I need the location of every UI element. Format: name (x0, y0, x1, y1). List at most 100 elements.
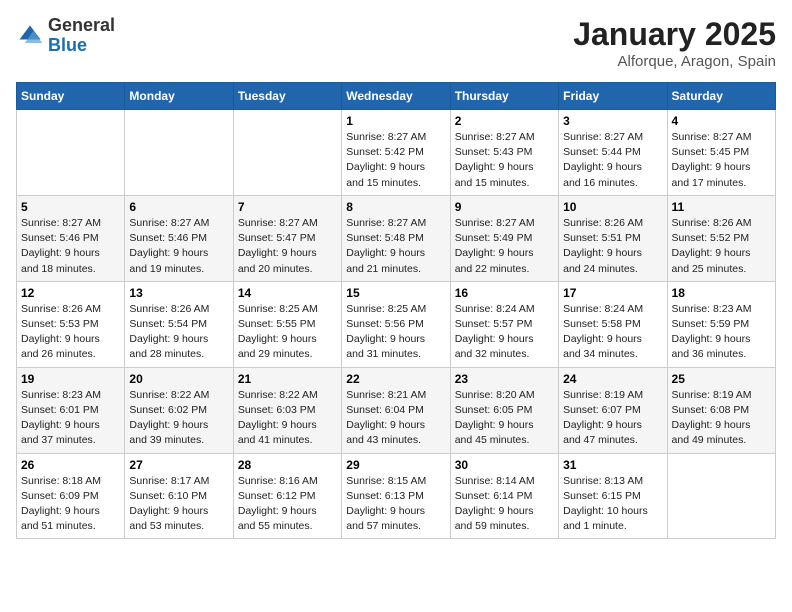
weekday-header: Thursday (450, 83, 558, 110)
calendar-cell: 1 Sunrise: 8:27 AM Sunset: 5:42 PM Daylig… (342, 110, 450, 196)
day-number: 3 (563, 114, 662, 128)
calendar-cell: 29 Sunrise: 8:15 AM Sunset: 6:13 PM Dayli… (342, 453, 450, 539)
day-content: Sunrise: 8:21 AM Sunset: 6:04 PM Dayligh… (346, 388, 445, 449)
day-content: Sunrise: 8:25 AM Sunset: 5:56 PM Dayligh… (346, 302, 445, 363)
calendar-cell: 16 Sunrise: 8:24 AM Sunset: 5:57 PM Dayli… (450, 281, 558, 367)
calendar-cell: 6 Sunrise: 8:27 AM Sunset: 5:46 PM Daylig… (125, 195, 233, 281)
calendar-cell: 8 Sunrise: 8:27 AM Sunset: 5:48 PM Daylig… (342, 195, 450, 281)
calendar-cell: 28 Sunrise: 8:16 AM Sunset: 6:12 PM Dayli… (233, 453, 341, 539)
calendar-week-row: 5 Sunrise: 8:27 AM Sunset: 5:46 PM Daylig… (17, 195, 776, 281)
day-content: Sunrise: 8:27 AM Sunset: 5:43 PM Dayligh… (455, 130, 554, 191)
day-content: Sunrise: 8:27 AM Sunset: 5:48 PM Dayligh… (346, 216, 445, 277)
day-content: Sunrise: 8:27 AM Sunset: 5:47 PM Dayligh… (238, 216, 337, 277)
day-number: 8 (346, 200, 445, 214)
day-content: Sunrise: 8:27 AM Sunset: 5:49 PM Dayligh… (455, 216, 554, 277)
day-number: 9 (455, 200, 554, 214)
day-content: Sunrise: 8:19 AM Sunset: 6:08 PM Dayligh… (672, 388, 771, 449)
calendar-cell (125, 110, 233, 196)
calendar-cell: 30 Sunrise: 8:14 AM Sunset: 6:14 PM Dayli… (450, 453, 558, 539)
day-number: 21 (238, 372, 337, 386)
calendar-cell: 11 Sunrise: 8:26 AM Sunset: 5:52 PM Dayli… (667, 195, 775, 281)
day-content: Sunrise: 8:23 AM Sunset: 6:01 PM Dayligh… (21, 388, 120, 449)
weekday-header-row: SundayMondayTuesdayWednesdayThursdayFrid… (17, 83, 776, 110)
day-number: 4 (672, 114, 771, 128)
day-number: 19 (21, 372, 120, 386)
calendar-cell: 14 Sunrise: 8:25 AM Sunset: 5:55 PM Dayli… (233, 281, 341, 367)
day-content: Sunrise: 8:27 AM Sunset: 5:44 PM Dayligh… (563, 130, 662, 191)
weekday-header: Monday (125, 83, 233, 110)
calendar-table: SundayMondayTuesdayWednesdayThursdayFrid… (16, 82, 776, 539)
day-number: 17 (563, 286, 662, 300)
calendar-cell (667, 453, 775, 539)
day-number: 28 (238, 458, 337, 472)
day-number: 29 (346, 458, 445, 472)
calendar-cell: 17 Sunrise: 8:24 AM Sunset: 5:58 PM Dayli… (559, 281, 667, 367)
day-content: Sunrise: 8:26 AM Sunset: 5:51 PM Dayligh… (563, 216, 662, 277)
calendar-cell: 26 Sunrise: 8:18 AM Sunset: 6:09 PM Dayli… (17, 453, 125, 539)
calendar-cell: 18 Sunrise: 8:23 AM Sunset: 5:59 PM Dayli… (667, 281, 775, 367)
title-block: January 2025 Alforque, Aragon, Spain (573, 16, 776, 70)
calendar-cell: 23 Sunrise: 8:20 AM Sunset: 6:05 PM Dayli… (450, 367, 558, 453)
calendar-cell: 7 Sunrise: 8:27 AM Sunset: 5:47 PM Daylig… (233, 195, 341, 281)
day-number: 22 (346, 372, 445, 386)
day-content: Sunrise: 8:24 AM Sunset: 5:58 PM Dayligh… (563, 302, 662, 363)
day-number: 16 (455, 286, 554, 300)
calendar-cell: 3 Sunrise: 8:27 AM Sunset: 5:44 PM Daylig… (559, 110, 667, 196)
day-content: Sunrise: 8:27 AM Sunset: 5:45 PM Dayligh… (672, 130, 771, 191)
calendar-cell: 31Sunrise: 8:13 AM Sunset: 6:15 PM Dayli… (559, 453, 667, 539)
day-content: Sunrise: 8:16 AM Sunset: 6:12 PM Dayligh… (238, 474, 337, 535)
calendar-cell: 13Sunrise: 8:26 AM Sunset: 5:54 PM Dayli… (125, 281, 233, 367)
day-content: Sunrise: 8:22 AM Sunset: 6:03 PM Dayligh… (238, 388, 337, 449)
day-content: Sunrise: 8:18 AM Sunset: 6:09 PM Dayligh… (21, 474, 120, 535)
weekday-header: Saturday (667, 83, 775, 110)
day-content: Sunrise: 8:23 AM Sunset: 5:59 PM Dayligh… (672, 302, 771, 363)
calendar-week-row: 1 Sunrise: 8:27 AM Sunset: 5:42 PM Daylig… (17, 110, 776, 196)
logo-blue-text: Blue (48, 36, 115, 56)
day-number: 12 (21, 286, 120, 300)
day-content: Sunrise: 8:25 AM Sunset: 5:55 PM Dayligh… (238, 302, 337, 363)
calendar-cell: 2 Sunrise: 8:27 AM Sunset: 5:43 PM Daylig… (450, 110, 558, 196)
day-number: 1 (346, 114, 445, 128)
day-number: 30 (455, 458, 554, 472)
day-content: Sunrise: 8:17 AM Sunset: 6:10 PM Dayligh… (129, 474, 228, 535)
day-content: Sunrise: 8:26 AM Sunset: 5:52 PM Dayligh… (672, 216, 771, 277)
day-number: 2 (455, 114, 554, 128)
weekday-header: Sunday (17, 83, 125, 110)
day-content: Sunrise: 8:27 AM Sunset: 5:42 PM Dayligh… (346, 130, 445, 191)
day-number: 23 (455, 372, 554, 386)
calendar-cell: 15 Sunrise: 8:25 AM Sunset: 5:56 PM Dayli… (342, 281, 450, 367)
day-content: Sunrise: 8:26 AM Sunset: 5:53 PM Dayligh… (21, 302, 120, 363)
calendar-cell: 12 Sunrise: 8:26 AM Sunset: 5:53 PM Dayli… (17, 281, 125, 367)
day-number: 25 (672, 372, 771, 386)
day-number: 20 (129, 372, 228, 386)
calendar-cell (233, 110, 341, 196)
calendar-cell: 20Sunrise: 8:22 AM Sunset: 6:02 PM Dayli… (125, 367, 233, 453)
day-content: Sunrise: 8:13 AM Sunset: 6:15 PM Dayligh… (563, 474, 662, 535)
calendar-cell: 27Sunrise: 8:17 AM Sunset: 6:10 PM Dayli… (125, 453, 233, 539)
day-content: Sunrise: 8:14 AM Sunset: 6:14 PM Dayligh… (455, 474, 554, 535)
location-text: Alforque, Aragon, Spain (573, 53, 776, 70)
day-content: Sunrise: 8:20 AM Sunset: 6:05 PM Dayligh… (455, 388, 554, 449)
day-content: Sunrise: 8:15 AM Sunset: 6:13 PM Dayligh… (346, 474, 445, 535)
calendar-cell: 9 Sunrise: 8:27 AM Sunset: 5:49 PM Daylig… (450, 195, 558, 281)
day-content: Sunrise: 8:27 AM Sunset: 5:46 PM Dayligh… (129, 216, 228, 277)
calendar-week-row: 12 Sunrise: 8:26 AM Sunset: 5:53 PM Dayli… (17, 281, 776, 367)
weekday-header: Tuesday (233, 83, 341, 110)
day-number: 5 (21, 200, 120, 214)
day-number: 18 (672, 286, 771, 300)
day-number: 7 (238, 200, 337, 214)
day-content: Sunrise: 8:24 AM Sunset: 5:57 PM Dayligh… (455, 302, 554, 363)
day-number: 6 (129, 200, 228, 214)
day-number: 14 (238, 286, 337, 300)
calendar-week-row: 26 Sunrise: 8:18 AM Sunset: 6:09 PM Dayli… (17, 453, 776, 539)
day-number: 15 (346, 286, 445, 300)
calendar-cell: 24Sunrise: 8:19 AM Sunset: 6:07 PM Dayli… (559, 367, 667, 453)
logo-icon (16, 22, 44, 50)
day-number: 26 (21, 458, 120, 472)
day-number: 11 (672, 200, 771, 214)
calendar-cell: 21 Sunrise: 8:22 AM Sunset: 6:03 PM Dayli… (233, 367, 341, 453)
day-content: Sunrise: 8:19 AM Sunset: 6:07 PM Dayligh… (563, 388, 662, 449)
day-number: 10 (563, 200, 662, 214)
logo: General Blue (16, 16, 115, 56)
day-content: Sunrise: 8:26 AM Sunset: 5:54 PM Dayligh… (129, 302, 228, 363)
